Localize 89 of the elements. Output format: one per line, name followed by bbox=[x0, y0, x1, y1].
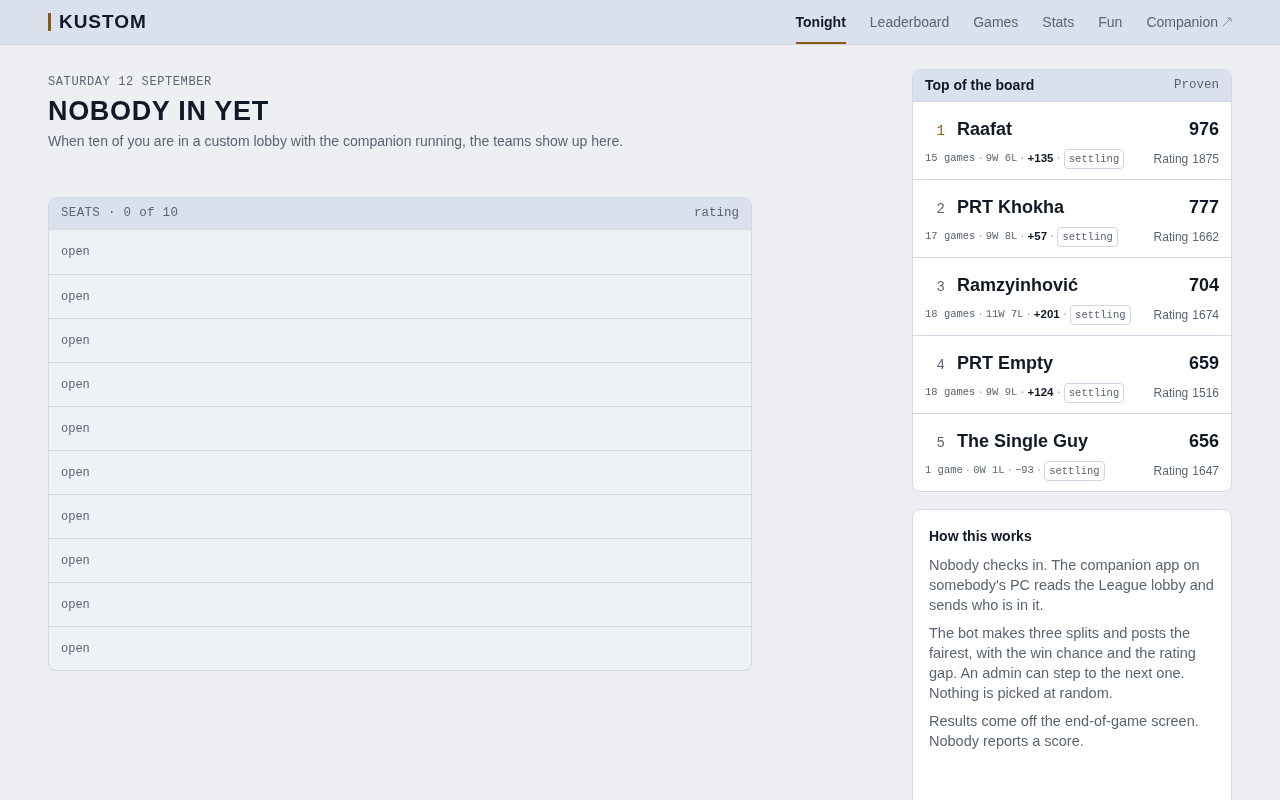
rating-change: +201 bbox=[1033, 307, 1060, 323]
seat-status: open bbox=[61, 376, 90, 394]
separator: · bbox=[1055, 151, 1062, 167]
nav-tab[interactable]: Companion bbox=[1146, 0, 1232, 44]
rating-label: Rating bbox=[1153, 385, 1189, 402]
brand-logo[interactable]: KUSTOM bbox=[48, 13, 147, 31]
stat-text: 0W 1L bbox=[973, 463, 1005, 479]
paragraph: The bot makes three splits and posts the fairest, with the win chance and the rating gap. An admin can step to the next one. Nothing is picked at random. bbox=[929, 624, 1197, 703]
rank-number: 3 bbox=[935, 278, 946, 297]
player-score: 976 bbox=[1188, 118, 1219, 141]
separator: · bbox=[1006, 463, 1013, 479]
rating-value: 1516 bbox=[1192, 385, 1219, 402]
separator: · bbox=[977, 307, 984, 323]
subtitle: When ten of you are in a custom lobby with the companion running, the teams show up here. bbox=[48, 132, 625, 151]
rating-value: 1674 bbox=[1192, 307, 1219, 324]
separator: · bbox=[1061, 307, 1069, 323]
seat-status: open bbox=[61, 508, 90, 526]
status-tag: settling bbox=[1044, 461, 1105, 481]
separator: · bbox=[977, 151, 984, 167]
rating-value: 1662 bbox=[1192, 229, 1219, 246]
rank-number: 4 bbox=[935, 356, 946, 375]
card-title: How this works bbox=[929, 527, 1033, 546]
card-title: Top of the board bbox=[925, 76, 1035, 95]
nav-tab[interactable]: Stats bbox=[1042, 0, 1075, 44]
paragraph: Nobody checks in. The companion app on somebody's PC reads the League lobby and sends who is in it. bbox=[929, 556, 1215, 615]
separator: · bbox=[1055, 385, 1062, 401]
seat-status: open bbox=[61, 552, 90, 570]
separator: · bbox=[1019, 229, 1026, 245]
rating-label: Rating bbox=[1153, 307, 1189, 324]
seat-status: open bbox=[61, 288, 90, 306]
separator: · bbox=[1049, 229, 1056, 245]
player-name[interactable]: PRT Empty bbox=[957, 350, 1053, 377]
seat-status: open bbox=[61, 244, 90, 261]
nav-tab[interactable]: Leaderboard bbox=[869, 0, 950, 44]
player-score: 704 bbox=[1188, 274, 1219, 297]
seat-status: open bbox=[61, 332, 90, 350]
rating-value: 1647 bbox=[1192, 463, 1219, 480]
stat-text: 9W 8L bbox=[985, 229, 1018, 245]
nav-tab[interactable]: Tonight bbox=[795, 0, 846, 44]
status-tag: settling bbox=[1063, 383, 1125, 403]
player-score: 656 bbox=[1188, 430, 1219, 453]
stat-text: 9W 6L bbox=[985, 151, 1018, 167]
rating-value: 1875 bbox=[1192, 151, 1219, 168]
seat-status: open bbox=[61, 596, 90, 614]
page-heading: NOBODY IN YET bbox=[48, 95, 270, 127]
separator: · bbox=[977, 229, 984, 245]
seat-status: open bbox=[61, 464, 90, 482]
stat-text: 1 game bbox=[925, 463, 963, 479]
rank-number: 1 bbox=[935, 122, 946, 141]
stat-text: 18 games bbox=[925, 307, 976, 323]
seat-status: open bbox=[61, 420, 90, 438]
rating-label: Rating bbox=[1153, 151, 1189, 168]
stat-text: 11W 7L bbox=[985, 307, 1024, 323]
separator: · bbox=[964, 463, 972, 479]
separator: · bbox=[1019, 151, 1026, 167]
date-label: SATURDAY 12 SEPTEMBER bbox=[48, 74, 213, 91]
separator: · bbox=[977, 385, 984, 401]
seat-status: open bbox=[61, 640, 90, 658]
stat-text: 9W 9L bbox=[985, 385, 1018, 401]
rating-change: +135 bbox=[1027, 151, 1054, 167]
player-name[interactable]: The Single Guy bbox=[957, 428, 1089, 455]
nav-tab[interactable]: Games bbox=[973, 0, 1019, 44]
rank-number: 2 bbox=[935, 200, 946, 219]
rating-change: −93 bbox=[1014, 463, 1034, 479]
stat-text: 17 games bbox=[925, 229, 976, 245]
seats-title: SEATS · 0 of 10 bbox=[61, 205, 179, 223]
player-name[interactable]: Ramzyinhović bbox=[957, 272, 1079, 299]
separator: · bbox=[1019, 385, 1026, 401]
status-tag: settling bbox=[1063, 149, 1125, 169]
player-name[interactable]: PRT Khokha bbox=[957, 194, 1064, 221]
player-name[interactable]: Raafat bbox=[957, 116, 1013, 143]
separator: · bbox=[1025, 307, 1032, 323]
status-tag: settling bbox=[1057, 227, 1118, 247]
player-score: 777 bbox=[1188, 196, 1219, 219]
rank-number: 5 bbox=[935, 434, 946, 453]
rating-change: +124 bbox=[1027, 385, 1054, 401]
column-header: rating bbox=[694, 205, 739, 223]
status-tag: settling bbox=[1070, 305, 1131, 325]
stat-text: 15 games bbox=[925, 151, 976, 167]
external-link-icon bbox=[1222, 17, 1232, 27]
separator: · bbox=[1035, 463, 1043, 479]
stat-text: 18 games bbox=[925, 385, 976, 401]
player-score: 659 bbox=[1188, 352, 1219, 375]
nav-tab[interactable]: Fun bbox=[1098, 0, 1123, 44]
rating-label: Rating bbox=[1153, 463, 1189, 480]
rating-change: +57 bbox=[1027, 229, 1048, 245]
board-tag: Proven bbox=[1174, 76, 1219, 95]
rating-label: Rating bbox=[1153, 229, 1189, 246]
paragraph: Results come off the end-of-game screen. Nobody reports a score. bbox=[929, 712, 1200, 751]
